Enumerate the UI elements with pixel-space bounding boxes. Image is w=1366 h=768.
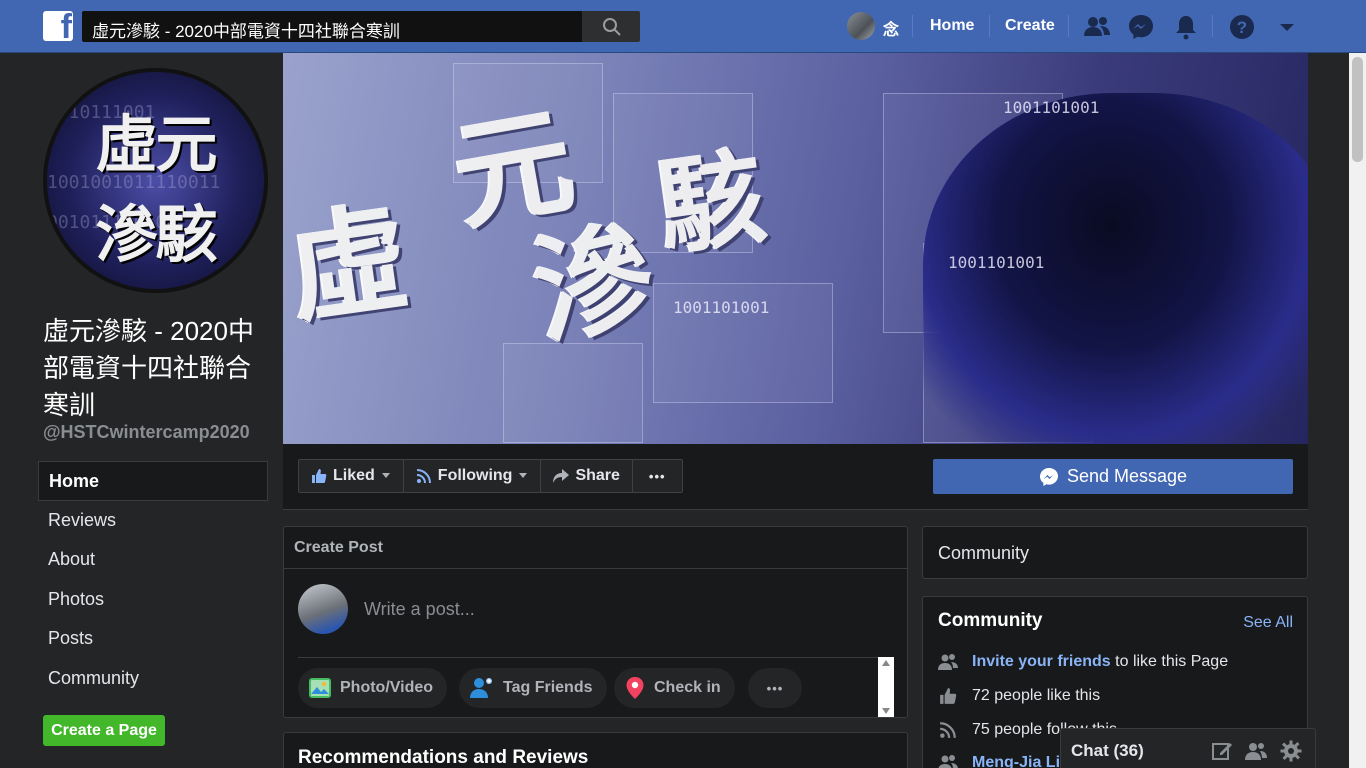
sidebar-item-reviews[interactable]: Reviews bbox=[38, 501, 268, 541]
share-button[interactable]: Share bbox=[541, 460, 633, 492]
nav-divider bbox=[912, 15, 913, 37]
page-profile-picture[interactable]: 0010111001 1001001011110011 001011100100… bbox=[43, 68, 268, 293]
tag-friends-button[interactable]: Tag Friends bbox=[459, 668, 607, 708]
cover-binary-text: 1001101001 bbox=[673, 298, 770, 317]
messenger-icon bbox=[1039, 467, 1058, 486]
sidebar-item-posts[interactable]: Posts bbox=[38, 619, 268, 659]
friends-icon bbox=[938, 755, 958, 768]
send-message-label: Send Message bbox=[1066, 466, 1188, 486]
page-scrollbar[interactable] bbox=[1349, 53, 1366, 768]
check-in-label: Check in bbox=[654, 679, 721, 696]
more-dots-icon: ••• bbox=[766, 680, 784, 696]
location-pin-icon bbox=[626, 677, 644, 699]
page-username[interactable]: @HSTCwintercamp2020 bbox=[43, 422, 250, 443]
more-actions-button[interactable]: ••• bbox=[633, 460, 682, 492]
friends-icon bbox=[938, 654, 958, 670]
invite-friends-text: to like this Page bbox=[1110, 653, 1229, 670]
cover-binary-text: 1001101001 bbox=[1003, 98, 1100, 117]
top-navigation-bar: f 虛元滲駭 - 2020中部電資十四社聯合寒訓 bbox=[0, 0, 1366, 53]
friend-likes-row: Meng-Jia Li bbox=[938, 752, 1060, 768]
thumbs-up-icon bbox=[312, 469, 327, 483]
following-label: Following bbox=[437, 467, 513, 484]
chevron-down-icon bbox=[519, 473, 528, 478]
svg-text:?: ? bbox=[1237, 18, 1247, 37]
chat-bar[interactable]: Chat (36) bbox=[1060, 728, 1316, 768]
sidebar-item-photos[interactable]: Photos bbox=[38, 580, 268, 620]
search-button[interactable] bbox=[582, 11, 640, 42]
more-dots-icon: ••• bbox=[648, 468, 666, 484]
tag-friends-label: Tag Friends bbox=[503, 679, 593, 696]
page-action-bar: Liked Following Share ••• Send Message bbox=[283, 444, 1308, 510]
tag-friends-icon bbox=[470, 678, 492, 698]
check-in-button[interactable]: Check in bbox=[614, 668, 735, 708]
recommendations-title[interactable]: Recommendations and Reviews bbox=[298, 747, 588, 768]
page-sidebar-nav: Home Reviews About Photos Posts Communit… bbox=[38, 461, 268, 698]
create-post-card: Create Post Write a post... Photo/Video … bbox=[283, 526, 908, 718]
friend-name-link[interactable]: Meng-Jia Li bbox=[972, 754, 1060, 768]
divider bbox=[298, 657, 878, 658]
following-button[interactable]: Following bbox=[404, 460, 542, 492]
search-input[interactable]: 虛元滲駭 - 2020中部電資十四社聯合寒訓 bbox=[82, 11, 582, 42]
post-options-scrollbar[interactable] bbox=[878, 657, 894, 717]
cover-title-glyph: 駭 bbox=[650, 133, 773, 271]
invite-friends-link[interactable]: Invite your friends bbox=[972, 653, 1111, 670]
new-message-icon[interactable] bbox=[1211, 740, 1233, 762]
invite-friends-row: Invite your friends to like this Page bbox=[938, 651, 1228, 673]
create-a-page-button[interactable]: Create a Page bbox=[43, 715, 165, 746]
rss-feed-icon bbox=[416, 469, 431, 484]
create-group-icon[interactable] bbox=[1245, 740, 1267, 762]
search-icon bbox=[603, 18, 621, 36]
facebook-logo-icon[interactable]: f bbox=[43, 11, 73, 41]
nav-divider bbox=[1212, 15, 1213, 37]
home-link[interactable]: Home bbox=[930, 17, 974, 35]
chevron-down-icon bbox=[381, 473, 390, 478]
photo-video-button[interactable]: Photo/Video bbox=[298, 668, 448, 708]
rss-feed-icon bbox=[939, 722, 956, 739]
page-title[interactable]: 虛元滲駭 - 2020中部電資十四社聯合寒訓 bbox=[43, 313, 273, 424]
share-label: Share bbox=[575, 467, 620, 484]
scrollbar-thumb[interactable] bbox=[1352, 57, 1363, 162]
user-avatar[interactable] bbox=[298, 584, 348, 634]
page-action-buttons: Liked Following Share ••• bbox=[298, 459, 683, 493]
see-all-link[interactable]: See All bbox=[1243, 614, 1293, 632]
photo-icon bbox=[309, 678, 331, 698]
scroll-up-arrow-icon[interactable] bbox=[882, 660, 890, 666]
more-post-options-button[interactable]: ••• bbox=[748, 668, 802, 708]
sidebar-item-about[interactable]: About bbox=[38, 540, 268, 580]
cover-binary-text: 1001101001 bbox=[948, 253, 1045, 272]
messenger-icon[interactable] bbox=[1126, 12, 1156, 42]
cover-photo[interactable]: 1001101001 1001101001 1001101001 虛 元 滲 駭 bbox=[283, 53, 1308, 444]
community-card-title[interactable]: Community bbox=[938, 610, 1043, 632]
user-name-link[interactable]: 念 bbox=[883, 16, 899, 40]
liked-button[interactable]: Liked bbox=[299, 460, 404, 492]
community-box-title: Community bbox=[938, 543, 1030, 563]
thumbs-up-icon bbox=[940, 688, 957, 704]
cover-title-glyph: 虛 bbox=[283, 186, 417, 341]
nav-divider bbox=[989, 15, 990, 37]
send-message-button[interactable]: Send Message bbox=[933, 459, 1293, 494]
photo-video-label: Photo/Video bbox=[340, 679, 434, 696]
user-avatar[interactable] bbox=[847, 12, 875, 40]
likes-row: 72 people like this bbox=[938, 685, 1100, 707]
account-menu-chevron-icon[interactable] bbox=[1272, 12, 1302, 42]
write-post-input[interactable]: Write a post... bbox=[364, 599, 475, 620]
profile-logo-text: 滲駭 bbox=[95, 198, 217, 271]
profile-logo-text: 虛元 bbox=[95, 108, 217, 181]
scroll-down-arrow-icon[interactable] bbox=[882, 708, 890, 714]
liked-label: Liked bbox=[333, 467, 375, 484]
create-post-header: Create Post bbox=[284, 527, 907, 569]
share-arrow-icon bbox=[553, 469, 570, 483]
community-tab-box[interactable]: Community bbox=[922, 526, 1308, 579]
sidebar-item-community[interactable]: Community bbox=[38, 659, 268, 699]
likes-count-text: 72 people like this bbox=[972, 687, 1101, 704]
sidebar-item-home[interactable]: Home bbox=[38, 461, 268, 501]
recommendations-card: Recommendations and Reviews bbox=[283, 732, 908, 768]
friend-requests-icon[interactable] bbox=[1082, 12, 1112, 42]
create-link[interactable]: Create bbox=[1005, 17, 1055, 35]
notifications-bell-icon[interactable] bbox=[1171, 12, 1201, 42]
help-question-icon[interactable]: ? bbox=[1227, 12, 1257, 42]
chat-label[interactable]: Chat (36) bbox=[1071, 741, 1144, 761]
nav-divider bbox=[1068, 15, 1069, 37]
settings-gear-icon[interactable] bbox=[1280, 740, 1302, 762]
